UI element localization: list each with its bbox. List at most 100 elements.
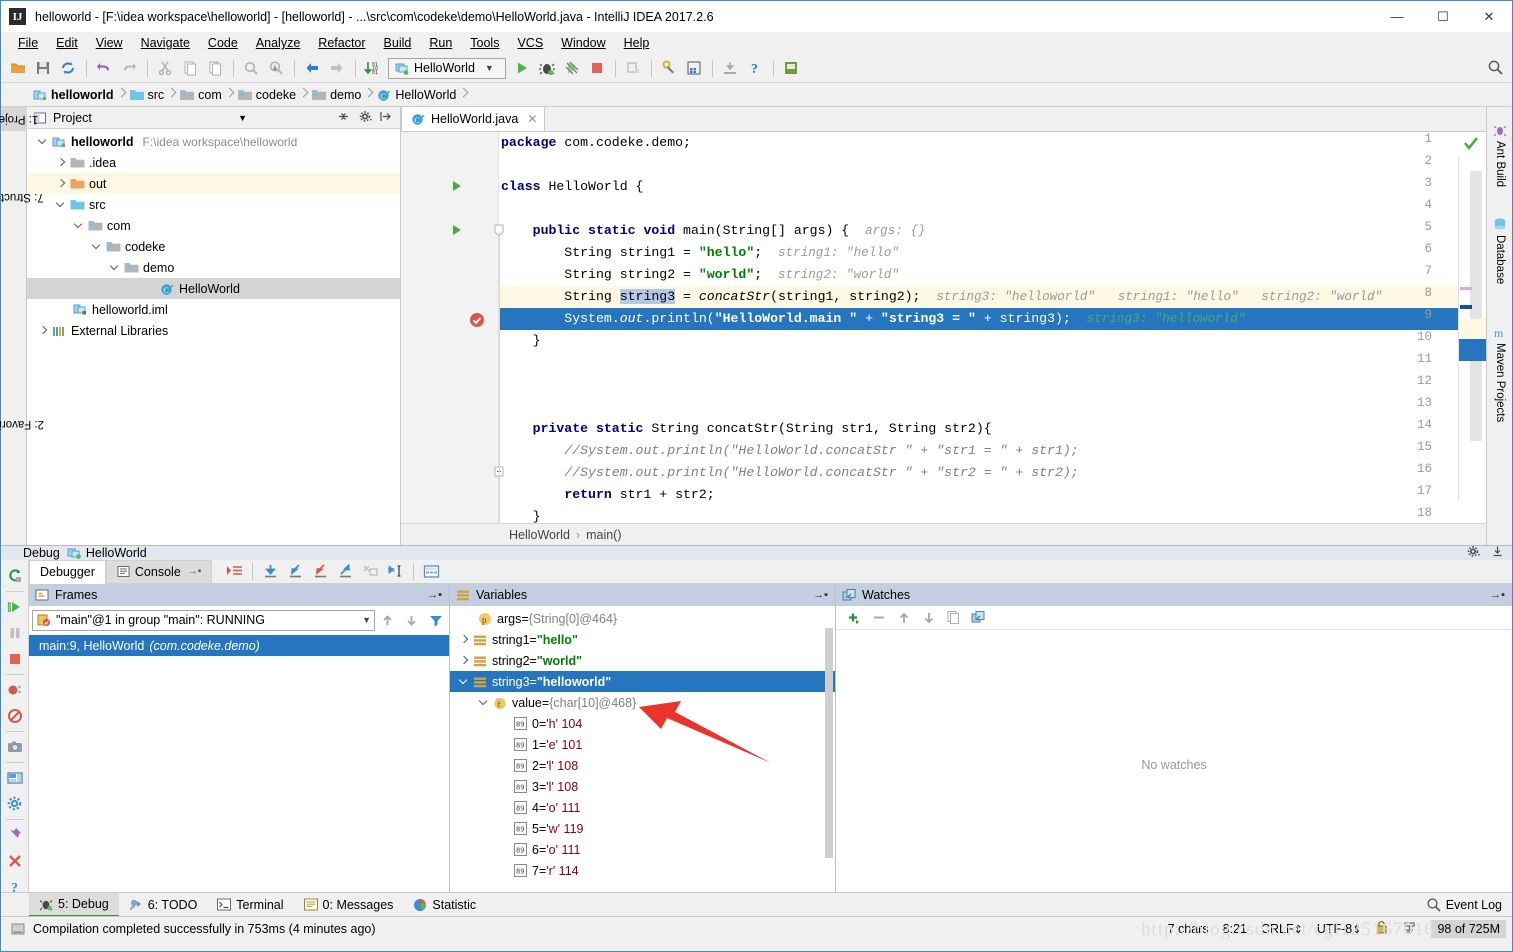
sidebar-item-database[interactable]: Database [1487, 217, 1513, 284]
sidebar-item-favorites[interactable]: 2: Favorites [0, 412, 44, 436]
move-up-icon[interactable] [891, 607, 916, 629]
sdk-icon[interactable] [779, 57, 803, 80]
sync-icon[interactable] [56, 57, 80, 80]
copy-icon[interactable] [178, 57, 202, 80]
editor-marker-strip[interactable] [1458, 137, 1486, 501]
layout-icon[interactable] [2, 765, 28, 791]
chevron-right-icon[interactable] [37, 324, 50, 337]
breakpoint-icon[interactable] [469, 312, 485, 331]
coverage-icon[interactable] [560, 57, 584, 80]
show-execution-point-icon[interactable] [222, 560, 247, 584]
close-icon[interactable]: ✕ [527, 112, 537, 126]
add-watch-icon[interactable] [841, 607, 866, 629]
event-log-button[interactable]: Event Log [1426, 897, 1502, 912]
code-canvas[interactable]: 1 2 3 4 5 6 7 8 9 10 11 12 13 14 15 16 1… [401, 132, 1486, 523]
chevron-down-icon[interactable] [55, 198, 68, 211]
undo-icon[interactable] [92, 57, 116, 80]
breadcrumb-codeke[interactable]: codeke [234, 83, 299, 107]
frame-item-main[interactable]: main:9, HelloWorld (com.codeke.demo) [29, 635, 449, 656]
pin-icon[interactable]: →▪ [813, 589, 828, 601]
settings-icon[interactable] [657, 57, 681, 80]
pin-tab-icon[interactable]: →▪ [188, 566, 202, 577]
chevron-down-icon[interactable]: ▼ [485, 63, 494, 73]
menu-file[interactable]: File [9, 34, 47, 52]
move-down-icon[interactable] [399, 614, 423, 627]
lock-icon[interactable] [1375, 920, 1388, 937]
bottom-tab-messages[interactable]: 0: Messages [294, 893, 404, 917]
menu-build[interactable]: Build [375, 34, 421, 52]
variable-row-index-1[interactable]: 89 1 = 'e' 101 [450, 734, 835, 755]
rerun-icon[interactable] [2, 563, 28, 589]
run-gutter-icon-class[interactable] [451, 180, 463, 195]
stop-icon[interactable] [585, 57, 609, 80]
tree-row-helloworld[interactable]: helloworld F:\idea workspace\helloworld [27, 131, 400, 152]
chevron-right-icon[interactable] [458, 633, 471, 646]
attach-icon[interactable] [621, 57, 645, 80]
variable-row-value[interactable]: f value = {char[10]@468} [450, 692, 835, 713]
gear-icon[interactable] [1467, 545, 1481, 561]
breadcrumb-com[interactable]: com [176, 83, 225, 107]
hide-panel-icon[interactable] [379, 110, 392, 126]
back-icon[interactable] [300, 57, 324, 80]
bottom-tab-statistic[interactable]: Statistic [403, 893, 486, 917]
minimize-button[interactable]: — [1374, 1, 1420, 32]
menu-window[interactable]: Window [552, 34, 614, 52]
search-everywhere-icon[interactable] [1487, 59, 1504, 79]
stop-icon[interactable] [2, 646, 28, 672]
help-icon[interactable]: ? [743, 57, 767, 80]
run-icon[interactable] [510, 57, 534, 80]
sidebar-item-structure[interactable]: 7: Structure [0, 185, 44, 209]
step-over-icon[interactable] [258, 560, 283, 584]
resume-icon[interactable] [2, 594, 28, 620]
bottom-tab-debug[interactable]: 5: Debug [29, 892, 119, 917]
menu-tools[interactable]: Tools [461, 34, 508, 52]
open-folder-icon[interactable] [6, 57, 30, 80]
settings-icon[interactable] [2, 791, 28, 817]
memory-indicator[interactable]: 98 of 725M [1431, 919, 1506, 938]
variable-row-index-7[interactable]: 89 7 = 'r' 114 [450, 860, 835, 881]
variable-row-index-4[interactable]: 89 4 = 'o' 111 [450, 797, 835, 818]
variable-row-index-5[interactable]: 89 5 = 'w' 119 [450, 818, 835, 839]
menu-navigate[interactable]: Navigate [132, 34, 199, 52]
variable-row-string1[interactable]: string1 = "hello" [450, 629, 835, 650]
pin-icon[interactable]: →▪ [427, 589, 442, 601]
menu-edit[interactable]: Edit [47, 34, 87, 52]
breadcrumb-demo[interactable]: demo [308, 83, 364, 107]
redo-icon[interactable] [117, 57, 141, 80]
variable-row-string3[interactable]: string3 = "helloworld" [450, 671, 835, 692]
pause-icon[interactable] [2, 620, 28, 646]
chevron-down-icon[interactable] [73, 219, 86, 232]
tree-row-out[interactable]: out [27, 173, 400, 194]
chevron-down-icon[interactable] [109, 261, 122, 274]
status-caret-position[interactable]: 8:21 [1223, 922, 1247, 936]
move-down-icon[interactable] [916, 607, 941, 629]
close-icon[interactable] [2, 848, 28, 874]
collapse-all-icon[interactable] [337, 110, 350, 126]
cut-icon[interactable] [153, 57, 177, 80]
sidebar-item-maven-projects[interactable]: m Maven Projects [1487, 325, 1513, 422]
marker-line-9[interactable] [1459, 339, 1486, 361]
breadcrumb-src[interactable]: src [126, 83, 168, 107]
run-configuration-selector[interactable]: HelloWorld ▼ [388, 57, 506, 79]
evaluate-expression-icon[interactable] [419, 560, 444, 584]
gear-icon[interactable] [359, 110, 373, 126]
edit-watch-icon[interactable] [966, 607, 991, 629]
editor-breadcrumb-class[interactable]: HelloWorld [509, 528, 570, 542]
selected-token-string3[interactable]: string3 [619, 289, 676, 304]
breadcrumb-class[interactable]: C HelloWorld [373, 83, 459, 107]
inspection-ok-icon[interactable] [1463, 135, 1479, 154]
hide-panel-icon[interactable] [1491, 545, 1504, 561]
sidebar-item-ant-build[interactable]: Ant Build [1487, 123, 1513, 187]
menu-run[interactable]: Run [420, 34, 461, 52]
project-structure-icon[interactable] [682, 57, 706, 80]
mute-breakpoints-icon[interactable] [2, 703, 28, 729]
force-step-into-icon[interactable] [308, 560, 333, 584]
sort-icon[interactable]: 01 10 01 [361, 57, 385, 80]
run-to-cursor-icon[interactable] [383, 560, 408, 584]
bottom-tab-todo[interactable]: 6: TODO [119, 893, 208, 917]
variables-scrollbar[interactable] [825, 628, 833, 858]
inspection-icon[interactable] [1402, 920, 1417, 937]
tree-row-com[interactable]: com [27, 215, 400, 236]
variable-row-args[interactable]: p args = {String[0]@464} [450, 608, 835, 629]
menu-analyze[interactable]: Analyze [247, 34, 309, 52]
